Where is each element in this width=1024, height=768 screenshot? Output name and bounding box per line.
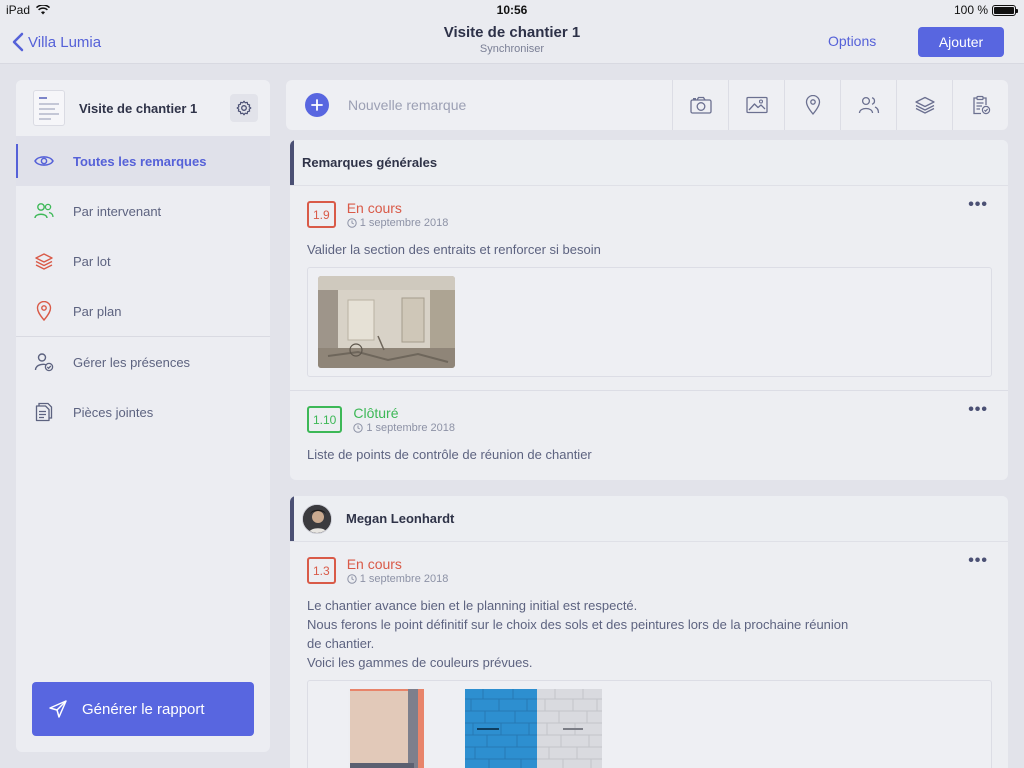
more-options-button[interactable]: ••• <box>968 552 988 570</box>
send-icon <box>48 699 68 719</box>
remark-item[interactable]: 1.10 Clôturé 1 septembre 2018 ••• Liste … <box>290 390 1008 476</box>
layers-icon <box>34 251 54 271</box>
sidebar-item-by-lot[interactable]: Par lot <box>16 236 270 286</box>
remark-status: Clôturé <box>353 405 399 421</box>
remark-line: Nous ferons le point définitif sur le ch… <box>307 617 849 632</box>
clock-icon <box>346 574 357 584</box>
attachment-swatch-book[interactable] <box>348 689 424 768</box>
battery-percentage: 100 % <box>953 3 988 17</box>
remark-date-text: 1 septembre 2018 <box>366 422 456 434</box>
remark-line: de chantier. <box>307 636 375 651</box>
image-button[interactable] <box>728 80 784 130</box>
add-remark-button[interactable] <box>305 93 329 117</box>
users-icon <box>34 201 54 221</box>
report-button-label: Générer le rapport <box>82 700 205 718</box>
location-button[interactable] <box>784 80 840 130</box>
layers-icon <box>914 96 935 114</box>
options-button[interactable]: Options <box>828 33 876 49</box>
sync-link[interactable]: Synchroniser <box>312 43 712 55</box>
remark-description: Valider la section des entraits et renfo… <box>307 242 601 257</box>
sidebar-item-by-contributor[interactable]: Par intervenant <box>16 186 270 236</box>
map-pin-icon <box>805 95 820 115</box>
group-title: Megan Leonhardt <box>346 511 455 526</box>
add-button[interactable]: Ajouter <box>918 27 1004 57</box>
remark-date: 1 septembre 2018 <box>353 422 455 434</box>
map-pin-icon <box>34 301 54 321</box>
remark-number-badge: 1.3 <box>307 557 336 584</box>
back-label: Villa Lumia <box>28 33 102 51</box>
sidebar-header: Visite de chantier 1 <box>16 80 270 136</box>
remark-date-text: 1 septembre 2018 <box>359 217 449 229</box>
sidebar-item-label: Par lot <box>73 253 111 269</box>
battery-icon <box>992 4 1018 16</box>
clock: 10:56 <box>496 3 528 17</box>
contributors-button[interactable] <box>840 80 896 130</box>
remark-status: En cours <box>346 556 402 572</box>
sidebar-item-attendance[interactable]: Gérer les présences <box>16 337 270 387</box>
remark-group-general: Remarques générales 1.9 En cours 1 septe… <box>290 140 1008 480</box>
users-icon <box>858 96 879 114</box>
attachment-brick-photo[interactable] <box>465 689 602 768</box>
swatch-book-image <box>348 689 424 768</box>
clipboard-check-icon <box>972 95 990 115</box>
clock-icon <box>346 218 357 228</box>
eye-icon <box>34 151 54 171</box>
page-title: Visite de chantier 1 <box>443 24 581 41</box>
settings-button[interactable] <box>230 94 258 122</box>
attachments-area <box>307 267 992 377</box>
remark-number-badge: 1.9 <box>307 201 336 228</box>
sidebar-title: Visite de chantier 1 <box>79 100 198 116</box>
remark-number-badge: 1.10 <box>307 406 343 433</box>
remark-line: Voici les gammes de couleurs prévues. <box>307 655 533 670</box>
gear-icon <box>236 100 252 116</box>
navigation-bar: Villa Lumia Visite de chantier 1 Synchro… <box>0 20 1024 64</box>
user-check-icon <box>34 352 54 372</box>
remark-description: Le chantier avance bien et le planning i… <box>307 596 992 672</box>
sidebar-item-label: Pièces jointes <box>73 404 154 420</box>
avatar <box>302 503 332 534</box>
sidebar-item-label: Toutes les remarques <box>73 153 207 169</box>
sidebar-item-label: Par plan <box>73 303 122 319</box>
clock-icon <box>353 423 364 433</box>
generate-report-button[interactable]: Générer le rapport <box>32 682 254 736</box>
remark-item[interactable]: 1.3 En cours 1 septembre 2018 ••• Le cha… <box>290 542 1008 768</box>
status-bar: iPad 10:56 100 % <box>0 0 1024 20</box>
sidebar-item-label: Par intervenant <box>73 203 162 219</box>
camera-icon <box>689 96 712 114</box>
remark-date: 1 septembre 2018 <box>346 217 449 229</box>
chevron-left-icon <box>12 32 24 52</box>
document-thumbnail <box>34 91 64 125</box>
checklist-button[interactable] <box>952 80 1008 130</box>
remark-line: Le chantier avance bien et le planning i… <box>307 598 638 613</box>
sidebar-item-all-remarks[interactable]: Toutes les remarques <box>16 136 270 186</box>
files-icon <box>34 402 54 422</box>
sidebar-item-by-plan[interactable]: Par plan <box>16 286 270 336</box>
new-remark-input[interactable] <box>348 85 672 125</box>
lots-button[interactable] <box>896 80 952 130</box>
more-options-button[interactable]: ••• <box>968 401 988 419</box>
remark-status: En cours <box>346 200 402 216</box>
more-options-button[interactable]: ••• <box>968 196 988 214</box>
group-header: Megan Leonhardt <box>290 496 1008 542</box>
camera-button[interactable] <box>672 80 728 130</box>
attachments-area <box>307 680 992 768</box>
group-title: Remarques générales <box>290 140 1008 186</box>
sidebar-item-attachments[interactable]: Pièces jointes <box>16 387 270 437</box>
new-remark-bar <box>286 80 1008 130</box>
sidebar-item-label: Gérer les présences <box>73 354 191 370</box>
sidebar: Visite de chantier 1 Toutes les remarque… <box>16 80 270 752</box>
remark-date-text: 1 septembre 2018 <box>359 573 449 585</box>
remark-group-contributor: Megan Leonhardt 1.3 En cours 1 septembre… <box>290 496 1008 768</box>
plus-icon <box>311 99 323 111</box>
attachment-photo[interactable] <box>318 276 455 368</box>
brick-wall-image <box>465 689 602 768</box>
remark-date: 1 septembre 2018 <box>346 573 449 585</box>
room-photo <box>318 276 455 368</box>
image-icon <box>745 96 768 114</box>
remark-item[interactable]: 1.9 En cours 1 septembre 2018 ••• Valide… <box>290 186 1008 390</box>
remark-description: Liste de points de contrôle de réunion d… <box>307 447 592 462</box>
back-button[interactable]: Villa Lumia <box>12 32 101 52</box>
